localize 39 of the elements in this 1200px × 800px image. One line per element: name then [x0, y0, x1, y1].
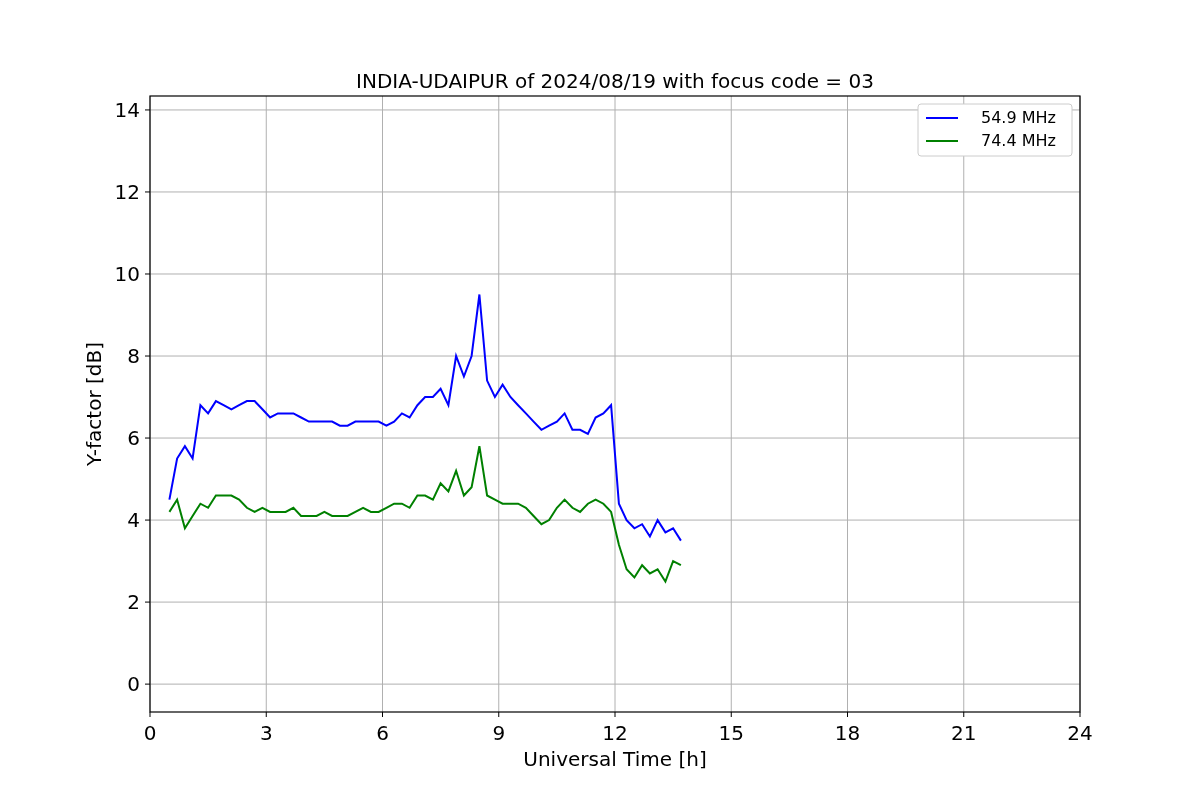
- tick-mark: [265, 711, 267, 718]
- legend-label: 54.9 MHz: [981, 108, 1056, 127]
- tick-mark: [144, 273, 151, 275]
- tick-mark: [847, 711, 848, 718]
- tick-mark: [144, 109, 151, 111]
- x-tick-label: 6: [376, 721, 389, 745]
- y-tick-label: 8: [127, 344, 140, 368]
- y-tick-label: 2: [127, 590, 140, 615]
- legend-label: 74.4 MHz: [981, 131, 1056, 150]
- x-tick-label: 3: [259, 721, 273, 745]
- x-tick-label: 12: [602, 721, 628, 745]
- x-tick-label: 24: [1067, 721, 1093, 745]
- x-tick-label: 18: [834, 721, 861, 745]
- x-tick-label: 9: [492, 721, 506, 745]
- y-tick-label: 0: [127, 672, 140, 697]
- x-axis-label: Universal Time [h]: [523, 747, 707, 771]
- tick-mark: [144, 519, 151, 521]
- y-axis-label: Y-factor [dB]: [82, 342, 106, 466]
- y-tick-label: 14: [114, 97, 140, 122]
- tick-mark: [614, 711, 616, 718]
- tick-mark: [149, 711, 151, 718]
- x-tick-label: 0: [143, 721, 157, 745]
- x-tick-label: 21: [951, 721, 977, 745]
- tick-mark: [498, 711, 500, 718]
- tick-mark: [144, 601, 151, 603]
- y-tick-label: 6: [127, 426, 140, 451]
- tick-mark: [144, 355, 151, 357]
- y-tick-label: 12: [114, 179, 140, 204]
- tick-mark: [382, 711, 383, 718]
- tick-mark: [144, 683, 151, 685]
- tick-mark: [144, 437, 151, 439]
- y-tick-label: 4: [127, 508, 140, 533]
- tick-mark: [730, 711, 732, 718]
- x-tick-label: 15: [718, 721, 744, 745]
- y-tick-label: 10: [114, 262, 140, 286]
- tick-mark: [144, 191, 151, 193]
- tick-mark: [1079, 711, 1081, 718]
- chart-title: INDIA-UDAIPUR of 2024/08/19 with focus code = 03: [356, 69, 874, 93]
- tick-mark: [963, 711, 965, 718]
